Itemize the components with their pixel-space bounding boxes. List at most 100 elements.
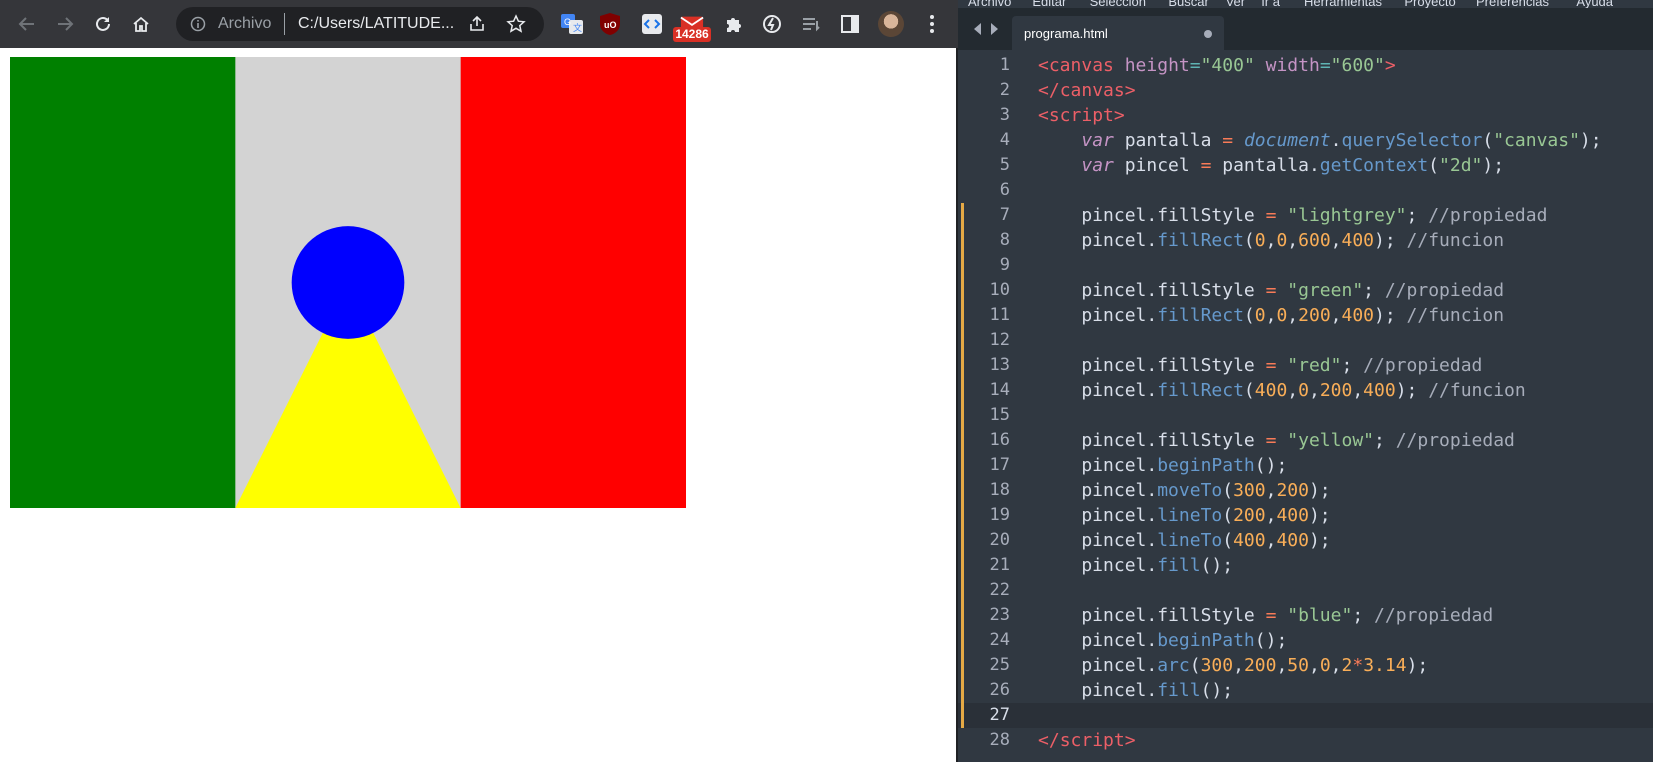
code-line[interactable]: 13 pincel.fillStyle = "red"; //propiedad: [958, 353, 1653, 378]
code-line[interactable]: 8 pincel.fillRect(0,0,600,400); //funcio…: [958, 228, 1653, 253]
code-line[interactable]: 16 pincel.fillStyle = "yellow"; //propie…: [958, 428, 1653, 453]
code-text: pincel.beginPath();: [1038, 455, 1288, 476]
code-line[interactable]: 6: [958, 178, 1653, 203]
line-number: 17: [989, 455, 1010, 475]
svg-text:G: G: [564, 17, 571, 27]
code-line[interactable]: 7 pincel.fillStyle = "lightgrey"; //prop…: [958, 203, 1653, 228]
back-button[interactable]: [12, 9, 42, 39]
line-number: 24: [989, 630, 1010, 650]
canvas-rect-green: [10, 57, 236, 508]
code-line[interactable]: 28 </script>: [958, 728, 1653, 753]
mail-count-badge: 14286: [673, 27, 711, 42]
browser-toolbar: Archivo C:/Users/LATITUDE... G文 uO 14286: [0, 0, 958, 48]
puzzle-icon: [727, 18, 741, 32]
line-number: 26: [989, 680, 1010, 700]
svg-text:uO: uO: [604, 20, 617, 30]
code-line[interactable]: 25 pincel.arc(300,200,50,0,2*3.14);: [958, 653, 1653, 678]
code-text: </canvas>: [1038, 80, 1136, 101]
menu-button[interactable]: [920, 12, 944, 36]
ublock-extension[interactable]: uO: [598, 12, 622, 36]
line-number: 15: [989, 405, 1010, 425]
line-number: 3: [999, 105, 1010, 125]
code-text: var pantalla = document.querySelector("c…: [1081, 130, 1602, 151]
menu-item-5[interactable]: Ir a: [1261, 0, 1280, 8]
line-number: 28: [989, 730, 1010, 750]
info-icon[interactable]: [190, 16, 206, 32]
code-line[interactable]: 1 <canvas height="400" width="600">: [958, 53, 1653, 78]
code-line[interactable]: 12: [958, 328, 1653, 353]
url-text[interactable]: C:/Users/LATITUDE...: [298, 15, 454, 33]
menu-item-3[interactable]: Buscar: [1168, 0, 1208, 8]
code-line[interactable]: 26 pincel.fill();: [958, 678, 1653, 703]
code-line[interactable]: 27: [958, 703, 1653, 728]
menu-item-2[interactable]: Selección: [1090, 0, 1146, 8]
code-line[interactable]: 4 var pantalla = document.querySelector(…: [958, 128, 1653, 153]
code-line[interactable]: 11 pincel.fillRect(0,0,200,400); //funci…: [958, 303, 1653, 328]
code-area[interactable]: 1 <canvas height="400" width="600"> 2 </can…: [958, 50, 1653, 762]
code-line[interactable]: 9: [958, 253, 1653, 278]
extensions-button[interactable]: [722, 12, 746, 36]
page-content: [0, 48, 956, 762]
reading-list-button[interactable]: [799, 12, 823, 36]
sync-extension[interactable]: [760, 12, 784, 36]
translate-extension[interactable]: G文: [560, 12, 584, 36]
tab-programa-html[interactable]: programa.html: [1012, 16, 1224, 50]
line-number: 12: [989, 330, 1010, 350]
code-text: pincel.fillRect(0,0,200,400); //funcion: [1038, 305, 1505, 326]
line-number: 8: [999, 230, 1010, 250]
unsaved-dot-icon[interactable]: [1204, 30, 1212, 38]
code-text: pincel.fill();: [1038, 555, 1234, 576]
line-number: 16: [989, 430, 1010, 450]
url-scheme-label: Archivo: [218, 15, 272, 32]
line-number: 9: [999, 255, 1010, 275]
star-icon[interactable]: [506, 14, 526, 34]
tab-nav-arrows-icon[interactable]: [972, 22, 1000, 36]
menu-item-6[interactable]: Herramientas: [1304, 0, 1382, 8]
code-text: pincel.fillStyle = "red"; //propiedad: [1038, 355, 1483, 376]
code-text: pincel.fillRect(0,0,600,400); //funcion: [1038, 230, 1505, 251]
home-button[interactable]: [126, 9, 156, 39]
editor-tabbar: programa.html: [958, 8, 1653, 50]
side-panel-button[interactable]: [838, 12, 862, 36]
code-line[interactable]: 14 pincel.fillRect(400,0,200,400); //fun…: [958, 378, 1653, 403]
code-line[interactable]: 2 </canvas>: [958, 78, 1653, 103]
reading-list-icon: [803, 18, 820, 32]
line-number: 5: [999, 155, 1010, 175]
code-line[interactable]: 5 var pincel = pantalla.getContext("2d")…: [958, 153, 1653, 178]
code-line[interactable]: 18 pincel.moveTo(300,200);: [958, 478, 1653, 503]
share-icon[interactable]: [468, 15, 486, 33]
menu-item-4[interactable]: Ver: [1226, 0, 1246, 8]
code-line[interactable]: 22: [958, 578, 1653, 603]
address-bar[interactable]: Archivo C:/Users/LATITUDE...: [176, 7, 544, 41]
code-line[interactable]: 17 pincel.beginPath();: [958, 453, 1653, 478]
side-panel-icon: [841, 15, 859, 33]
code-line[interactable]: 10 pincel.fillStyle = "green"; //propied…: [958, 278, 1653, 303]
omnibox-divider: [284, 13, 285, 35]
code-line[interactable]: 19 pincel.lineTo(200,400);: [958, 503, 1653, 528]
menu-item-1[interactable]: Editar: [1032, 0, 1066, 8]
code-line[interactable]: 23 pincel.fillStyle = "blue"; //propieda…: [958, 603, 1653, 628]
code-editor: Archivo Editar Selección Buscar Ver Ir a Herra…: [958, 0, 1653, 762]
code-line[interactable]: 3 <script>: [958, 103, 1653, 128]
code-text: <script>: [1038, 105, 1125, 126]
line-number: 7: [999, 205, 1010, 225]
menu-item-8[interactable]: Preferencias: [1476, 0, 1549, 8]
menu-item-9[interactable]: Ayuda: [1576, 0, 1613, 8]
code-line[interactable]: 15: [958, 403, 1653, 428]
menu-icon: [930, 15, 934, 33]
code-line[interactable]: 20 pincel.lineTo(400,400);: [958, 528, 1653, 553]
reload-button[interactable]: [88, 9, 118, 39]
code-text: pincel.fillStyle = "green"; //propiedad: [1038, 280, 1505, 301]
line-number: 1: [999, 55, 1010, 75]
forward-button[interactable]: [50, 9, 80, 39]
code-line[interactable]: 21 pincel.fill();: [958, 553, 1653, 578]
line-number: 6: [999, 180, 1010, 200]
dev-extension[interactable]: [640, 12, 664, 36]
menu-item-7[interactable]: Proyecto: [1404, 0, 1455, 8]
avatar[interactable]: [878, 11, 904, 37]
menu-item-0[interactable]: Archivo: [968, 0, 1011, 8]
code-text: pincel.beginPath();: [1038, 630, 1288, 651]
code-line[interactable]: 24 pincel.beginPath();: [958, 628, 1653, 653]
line-number: 27: [989, 705, 1010, 725]
line-number: 4: [999, 130, 1010, 150]
